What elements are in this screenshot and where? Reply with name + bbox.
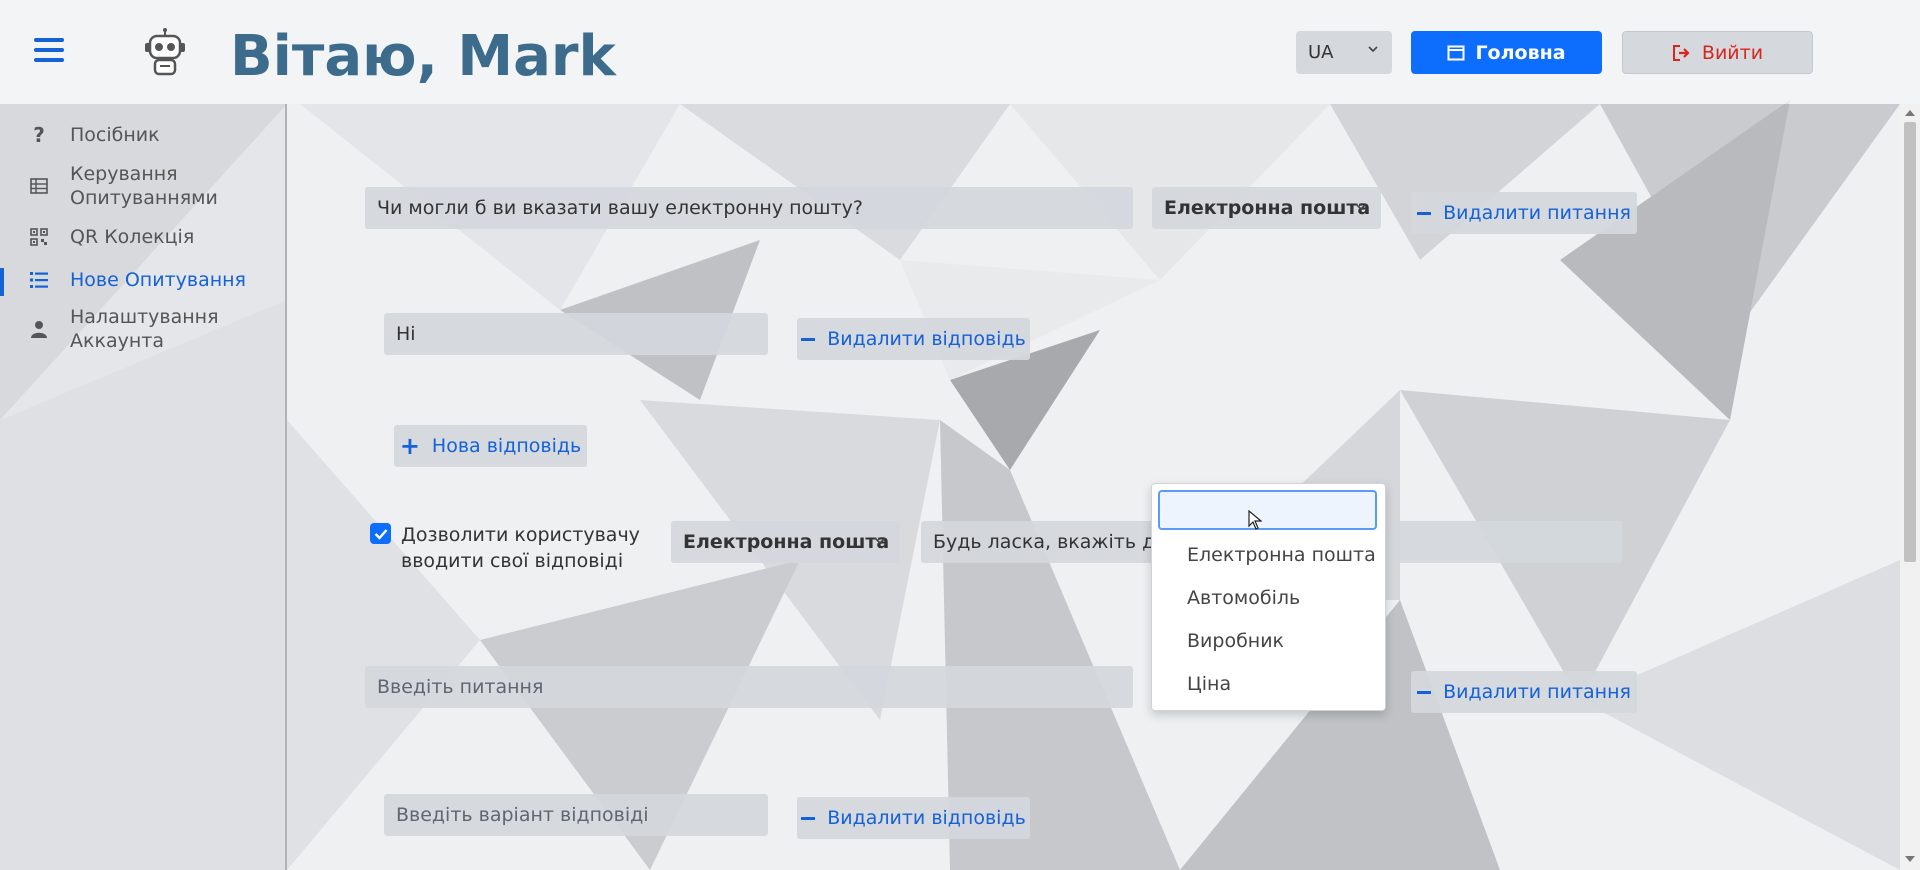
sidebar-item-label: Нове Опитування bbox=[70, 269, 246, 291]
dropdown-option[interactable]: Ціна bbox=[1187, 673, 1231, 695]
delete-question-button[interactable]: Видалити питання bbox=[1411, 671, 1637, 713]
allow-custom-answers-label: Дозволити користувачу вводити свої відпо… bbox=[401, 524, 640, 572]
checkmark-icon bbox=[374, 528, 387, 540]
sidebar-item-label: Посібник bbox=[70, 124, 160, 146]
home-button-label: Головна bbox=[1475, 41, 1566, 64]
answer-type-select[interactable]: Електронна пошта bbox=[1152, 187, 1381, 229]
top-header: Вітаю, Mark UA Головна Вийти bbox=[0, 0, 1920, 104]
delete-question-label: Видалити питання bbox=[1443, 202, 1631, 224]
chevron-down-icon bbox=[1355, 203, 1367, 211]
scroll-up-arrow-icon[interactable] bbox=[1905, 110, 1915, 116]
robot-logo-icon bbox=[145, 28, 185, 76]
minus-icon bbox=[801, 337, 816, 341]
delete-question-label: Видалити питання bbox=[1443, 681, 1631, 703]
dropdown-search-input[interactable] bbox=[1158, 490, 1377, 530]
language-value: UA bbox=[1308, 42, 1334, 63]
dropdown-option[interactable]: Автомобіль bbox=[1187, 587, 1300, 609]
mouse-cursor-icon bbox=[1248, 510, 1262, 530]
window-icon bbox=[1447, 45, 1465, 60]
sign-out-icon bbox=[1672, 44, 1690, 61]
delete-answer-label: Видалити відповідь bbox=[827, 328, 1026, 350]
chevron-down-icon bbox=[874, 537, 886, 545]
allow-custom-answers-checkbox[interactable] bbox=[370, 523, 391, 544]
chevron-down-icon bbox=[1368, 46, 1378, 53]
dropdown-option[interactable]: Електронна пошта bbox=[1187, 544, 1376, 566]
sidebar-item-label: Керування Опитуваннями bbox=[70, 163, 218, 209]
sidebar-item-label: Налаштування Аккаунта bbox=[70, 306, 219, 352]
survey-table-icon bbox=[28, 175, 50, 197]
minus-icon bbox=[1417, 690, 1432, 694]
page-title: Вітаю, Mark bbox=[230, 24, 616, 89]
delete-question-button[interactable]: Видалити питання bbox=[1411, 192, 1637, 234]
new-question-input[interactable]: Введіть питання bbox=[365, 666, 1133, 708]
plus-icon: + bbox=[399, 432, 420, 460]
dropdown-option[interactable]: Виробник bbox=[1187, 630, 1284, 652]
minus-icon bbox=[1417, 211, 1432, 215]
list-icon bbox=[28, 269, 50, 291]
logout-button[interactable]: Вийти bbox=[1622, 31, 1813, 74]
qr-code-icon bbox=[28, 226, 50, 248]
delete-answer-button[interactable]: Видалити відповідь bbox=[797, 797, 1030, 839]
minus-icon bbox=[801, 816, 816, 820]
delete-answer-button[interactable]: Видалити відповідь bbox=[797, 318, 1030, 360]
question-input[interactable]: Чи могли б ви вказати вашу електронну по… bbox=[365, 187, 1133, 229]
vertical-scrollbar[interactable] bbox=[1900, 104, 1920, 870]
language-select[interactable]: UA bbox=[1296, 31, 1392, 74]
answer-input[interactable]: Ні bbox=[384, 313, 768, 355]
question-icon: ? bbox=[33, 123, 45, 147]
sidebar-item-label: QR Колекція bbox=[70, 226, 195, 248]
custom-answer-type-value: Електронна пошта bbox=[683, 531, 890, 553]
scrollbar-thumb[interactable] bbox=[1904, 122, 1916, 562]
scroll-down-arrow-icon[interactable] bbox=[1905, 856, 1915, 862]
user-icon bbox=[28, 318, 50, 340]
answer-type-value: Електронна пошта bbox=[1164, 197, 1371, 219]
custom-answer-type-select[interactable]: Електронна пошта bbox=[671, 521, 900, 563]
logout-button-label: Вийти bbox=[1701, 41, 1764, 64]
delete-answer-label: Видалити відповідь bbox=[827, 807, 1026, 829]
new-answer-button[interactable]: + Нова відповідь bbox=[394, 425, 587, 467]
new-answer-label: Нова відповідь bbox=[431, 435, 582, 457]
home-button[interactable]: Головна bbox=[1411, 31, 1602, 74]
new-answer-input[interactable]: Введіть варіант відповіді bbox=[384, 794, 768, 836]
background-pattern bbox=[0, 0, 1920, 870]
answer-type-dropdown: Електронна пошта Автомобіль Виробник Цін… bbox=[1151, 483, 1386, 711]
hamburger-menu-icon[interactable] bbox=[34, 38, 64, 64]
sidebar: ? Посібник Керування Опитуваннями QR Кол… bbox=[0, 104, 287, 870]
